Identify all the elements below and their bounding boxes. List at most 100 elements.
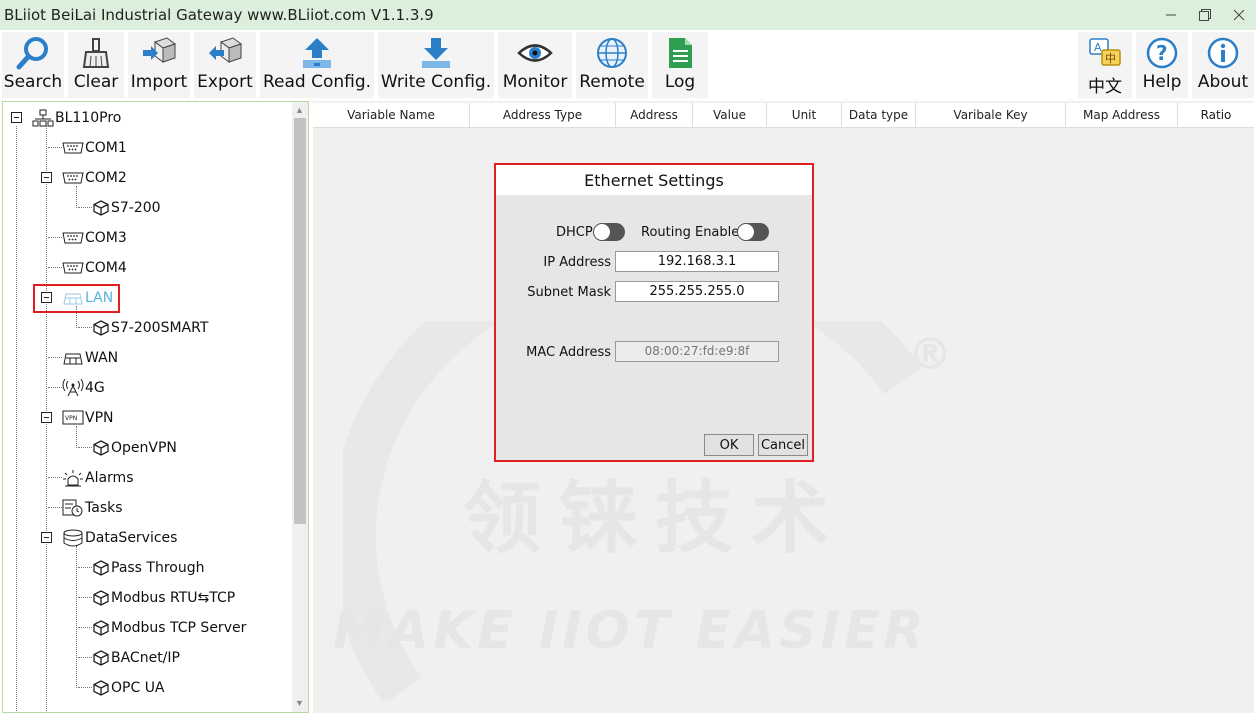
dhcp-label: DHCP [556, 225, 593, 240]
watermark-slogan: MAKE IIOT EASIER [333, 601, 928, 661]
toolbar: Search Clear Import Export Read Config. … [0, 30, 1256, 100]
tree-connector [48, 507, 62, 508]
tree-item-s7-200smart[interactable]: S7-200SMART [92, 317, 208, 339]
toggle-knob [594, 224, 610, 240]
tree-item-com3[interactable]: COM3 [62, 227, 127, 249]
import-icon [143, 37, 177, 63]
minimize-button[interactable] [1154, 0, 1188, 30]
cube-icon [93, 320, 109, 336]
column-header[interactable]: Map Address [1066, 103, 1178, 127]
import-button[interactable]: Import [128, 32, 190, 98]
tree-item-com2[interactable]: COM2 [62, 167, 127, 189]
tree-connector [78, 627, 92, 628]
tree-item-bacnet-ip[interactable]: BACnet/IP [92, 647, 180, 669]
tree-item-dataservices[interactable]: DataServices [62, 527, 177, 549]
tree-item-tasks[interactable]: Tasks [62, 497, 123, 519]
tree-item-modbus-tcp-server[interactable]: Modbus TCP Server [92, 617, 246, 639]
database-icon [63, 529, 83, 547]
about-button[interactable]: About [1192, 32, 1254, 98]
log-button[interactable]: Log [652, 32, 708, 98]
broom-icon [82, 38, 110, 68]
tree-item-s7-200[interactable]: S7-200 [92, 197, 161, 219]
column-header[interactable]: Ratio [1178, 103, 1254, 127]
cube-icon [93, 650, 109, 666]
dialog-title: Ethernet Settings [496, 165, 812, 195]
scroll-down-icon[interactable]: ▼ [295, 698, 304, 708]
clear-button[interactable]: Clear [68, 32, 124, 98]
device-tree: BL110Pro COM1 COM2 S7-200 COM3 COM4 LAN … [2, 101, 309, 713]
ip-address-label: IP Address [543, 255, 611, 270]
download-icon [422, 38, 450, 68]
restore-button[interactable] [1188, 0, 1222, 30]
toggle-knob [738, 224, 754, 240]
write-config-button[interactable]: Write Config. [378, 32, 494, 98]
column-header[interactable]: Unit [767, 103, 842, 127]
tree-item-modbus-rtu-tcp[interactable]: Modbus RTU⇆TCP [92, 587, 235, 609]
subnet-mask-field[interactable]: 255.255.255.0 [615, 281, 779, 302]
collapse-toggle[interactable] [41, 532, 52, 543]
restore-icon [1199, 9, 1211, 21]
serial-port-icon [62, 172, 84, 184]
routing-enabled-label: Routing Enabled [641, 225, 748, 240]
svg-text:A: A [1094, 41, 1102, 54]
remote-button[interactable]: Remote [576, 32, 648, 98]
serial-port-icon [62, 232, 84, 244]
close-button[interactable] [1222, 0, 1256, 30]
tree-connector [78, 207, 92, 208]
ethernet-settings-dialog: Ethernet Settings DHCP Routing Enabled I… [494, 163, 814, 462]
tree-item-4g[interactable]: 4G [62, 377, 105, 399]
tree-connector [48, 357, 62, 358]
tree-item-opc-ua[interactable]: OPC UA [92, 677, 165, 699]
routing-enabled-toggle[interactable] [737, 223, 769, 241]
column-header[interactable]: Address Type [470, 103, 616, 127]
globe-icon [597, 38, 627, 68]
tree-connector [76, 186, 77, 208]
tree-connector [78, 597, 92, 598]
search-button[interactable]: Search [2, 32, 64, 98]
search-icon [16, 37, 48, 70]
cancel-button[interactable]: Cancel [758, 434, 808, 456]
ok-button[interactable]: OK [704, 434, 754, 456]
export-icon [209, 37, 243, 63]
svg-text:中: 中 [1105, 52, 1116, 65]
eye-icon [517, 44, 553, 62]
help-button[interactable]: ? Help [1136, 32, 1188, 98]
collapse-toggle[interactable] [41, 172, 52, 183]
tree-item-alarms[interactable]: Alarms [62, 467, 134, 489]
tree-item-com4[interactable]: COM4 [62, 257, 127, 279]
collapse-toggle[interactable] [11, 112, 22, 123]
export-button[interactable]: Export [194, 32, 256, 98]
column-header[interactable]: Value [693, 103, 767, 127]
tree-scrollbar[interactable]: ▲ ▼ [292, 102, 308, 712]
tree-connector [48, 387, 62, 388]
language-button[interactable]: A中 中文 [1078, 32, 1132, 98]
tree-item-openvpn[interactable]: OpenVPN [92, 437, 177, 459]
mac-address-label: MAC Address [526, 345, 611, 360]
column-header[interactable]: Address [616, 103, 693, 127]
wan-icon [63, 353, 83, 365]
mac-address-field: 08:00:27:fd:e9:8f [615, 341, 779, 362]
tree-item-bl110pro[interactable]: BL110Pro [32, 107, 121, 129]
column-header[interactable]: Data type [842, 103, 916, 127]
collapse-toggle[interactable] [41, 412, 52, 423]
tree-item-com1[interactable]: COM1 [62, 137, 127, 159]
monitor-button[interactable]: Monitor [498, 32, 572, 98]
subnet-mask-label: Subnet Mask [527, 285, 611, 300]
language-icon: A中 [1089, 38, 1121, 66]
tree-connector [78, 567, 92, 568]
cube-icon [93, 680, 109, 696]
column-header[interactable]: Varibale Key [916, 103, 1066, 127]
scroll-up-icon[interactable]: ▲ [295, 105, 304, 115]
tree-item-pass-through[interactable]: Pass Through [92, 557, 205, 579]
cube-icon [93, 200, 109, 216]
tree-item-wan[interactable]: WAN [62, 347, 118, 369]
dhcp-toggle[interactable] [593, 223, 625, 241]
cube-icon [93, 620, 109, 636]
scroll-thumb[interactable] [294, 118, 306, 524]
svg-text:?: ? [1156, 41, 1168, 65]
read-config-button[interactable]: Read Config. [260, 32, 374, 98]
alarm-icon [63, 470, 83, 487]
column-header[interactable]: Variable Name [313, 103, 470, 127]
tree-item-vpn[interactable]: VPN VPN [62, 407, 114, 429]
ip-address-field[interactable]: 192.168.3.1 [615, 251, 779, 272]
